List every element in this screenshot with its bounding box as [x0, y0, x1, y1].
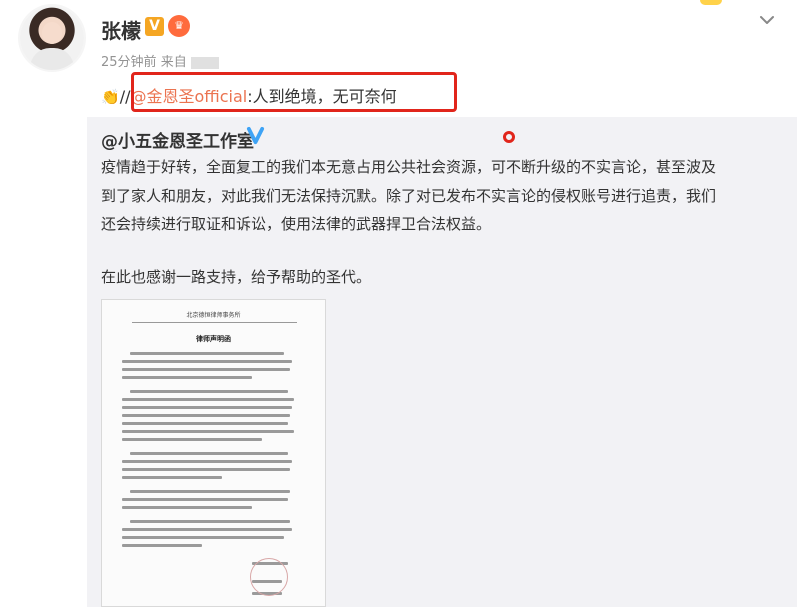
- verified-v-icon: V: [145, 17, 164, 36]
- username[interactable]: 张檬: [101, 15, 141, 44]
- member-crown-icon: ♛: [168, 15, 190, 37]
- document-text-line: [130, 490, 290, 493]
- clap-emoji-icon: 👏: [101, 88, 120, 106]
- document-text-line: [122, 376, 252, 379]
- document-text-line: [122, 498, 288, 501]
- document-text-line: [122, 406, 292, 409]
- document-text-line: [122, 360, 292, 363]
- document-text-line: [122, 460, 292, 463]
- red-annotation-circle: [503, 131, 515, 143]
- document-header: 北京德恒律师事务所: [186, 312, 241, 319]
- chevron-down-icon[interactable]: [757, 10, 777, 30]
- post-time[interactable]: 25分钟前: [101, 55, 157, 70]
- document-text-line: [122, 536, 284, 539]
- red-highlight-box: [131, 72, 457, 112]
- document-image[interactable]: 北京德恒律师事务所 律师声明函: [101, 299, 326, 607]
- document-text-line: [122, 398, 294, 401]
- document-text-line: [130, 520, 290, 523]
- document-rule: [132, 322, 297, 323]
- original-text-line-3: 还会持续进行取证和诉讼，使用法律的武器捍卫合法权益。: [101, 215, 492, 233]
- post-source-label: 来自: [160, 55, 187, 70]
- avatar[interactable]: [20, 6, 84, 70]
- document-stamp: [250, 558, 288, 596]
- decorative-strip: [700, 0, 722, 5]
- document-text-line: [122, 468, 290, 471]
- document-text-line: [122, 506, 252, 509]
- original-text-line-1: 疫情趋于好转，全面复工的我们本无意占用公共社会资源，可不断升级的不实言论，甚至波…: [101, 158, 717, 176]
- original-text-line-2: 到了家人和朋友，对此我们无法保持沉默。除了对已发布不实言论的侵权账号进行追责，我…: [101, 187, 717, 205]
- document-text-line: [130, 352, 284, 355]
- document-text-line: [130, 452, 288, 455]
- post-meta: 25分钟前 来自: [101, 51, 219, 70]
- document-text-line: [122, 528, 292, 531]
- document-text-line: [122, 476, 222, 479]
- blurred-source: [190, 56, 219, 69]
- avatar-face: [42, 22, 62, 44]
- document-text-line: [122, 422, 288, 425]
- document-text-line: [122, 430, 294, 433]
- document-text-line: [122, 414, 290, 417]
- original-author-link[interactable]: @小五金恩圣工作室: [101, 127, 254, 152]
- blue-verified-icon: [246, 126, 265, 145]
- repost-separator: //: [119, 87, 131, 106]
- document-title: 律师声明函: [196, 335, 231, 343]
- original-text-line-4: 在此也感谢一路支持，给予帮助的圣代。: [101, 268, 372, 286]
- avatar-body: [30, 48, 74, 70]
- document-text-line: [122, 368, 290, 371]
- document-text-line: [122, 544, 202, 547]
- document-text-line: [122, 438, 262, 441]
- document-text-line: [130, 390, 288, 393]
